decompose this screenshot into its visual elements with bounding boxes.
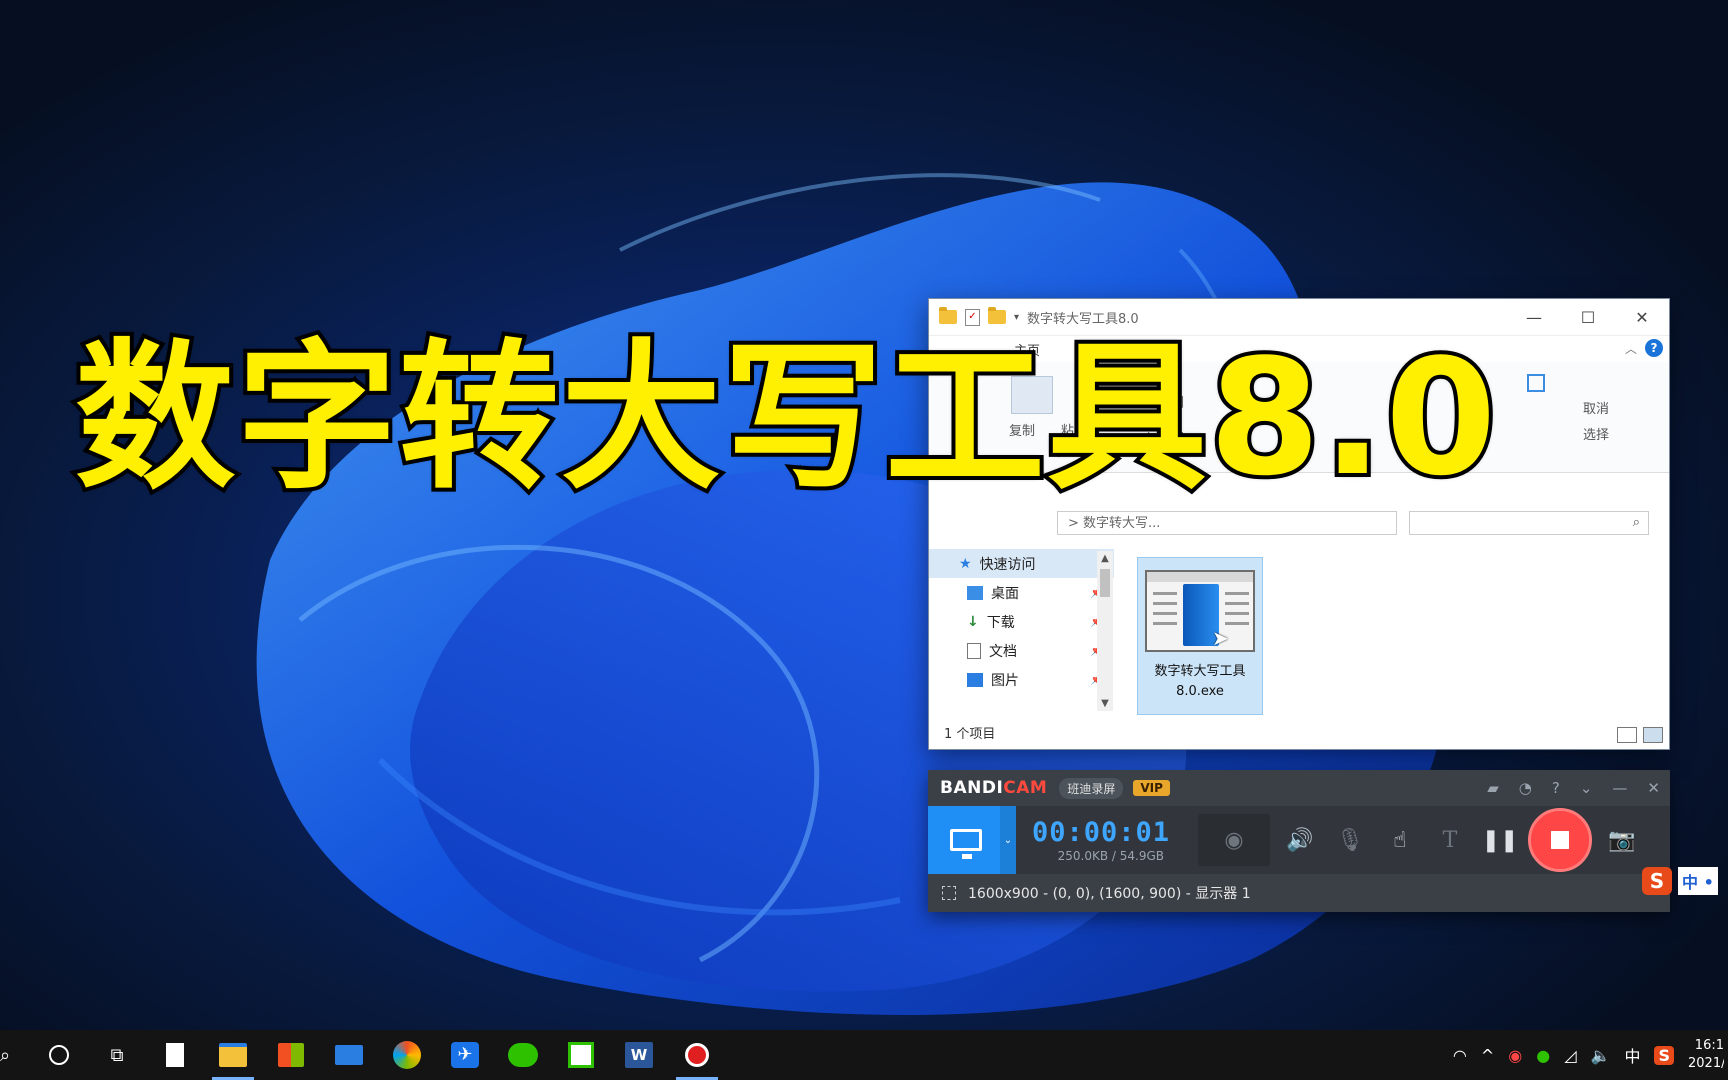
monitor-icon — [950, 829, 982, 859]
stop-icon — [1551, 831, 1569, 849]
navigation-pane: ★ 快速访问 桌面 📌 ↓ 下载 📌 文档 📌 图片 📌 — [929, 549, 1114, 714]
video-overlay-title: 数字转大写工具8.0 — [71, 320, 1500, 515]
speaker-icon[interactable]: 🔊 — [1280, 820, 1320, 860]
nav-item-downloads[interactable]: ↓ 下载 📌 — [929, 607, 1114, 636]
webcam-button[interactable]: ◉ — [1198, 814, 1270, 866]
nav-item-quick-access[interactable]: ★ 快速访问 — [929, 549, 1114, 578]
ime-mode: 中 • — [1678, 867, 1718, 895]
nav-label: 图片 — [991, 672, 1019, 689]
bandicam-tray-icon[interactable]: ◉ — [1508, 1046, 1522, 1065]
bandicam-titlebar: BANDICAM 班迪录屏 VIP ▰ ◔ ? ⌄ — ✕ — [928, 770, 1670, 806]
recording-timer: 00:00:01 250.0KB / 54.9GB — [1016, 817, 1186, 863]
close-icon[interactable]: ✕ — [1647, 779, 1660, 797]
webcam-icon: ◉ — [1224, 827, 1244, 853]
sogou-logo-icon: S — [1642, 867, 1672, 895]
file-name-line1: 数字转大写工具 — [1154, 664, 1246, 679]
cortana-icon[interactable] — [30, 1030, 88, 1080]
region-info: 1600x900 - (0, 0), (1600, 900) - 显示器 1 — [928, 874, 1670, 912]
star-icon: ★ — [959, 555, 972, 572]
show-hidden-icons-icon[interactable]: ^ — [1481, 1046, 1494, 1065]
file-name-line2: 8.0.exe — [1176, 684, 1224, 699]
clock-icon[interactable]: ◔ — [1519, 779, 1532, 797]
scroll-thumb[interactable] — [1100, 569, 1110, 597]
taskbar: ⌕ ⧉ ✈ W ◠ ^ ◉ ● ◿ 🔈 中 S 16:1 2021 — [0, 1030, 1728, 1080]
task-view-icon[interactable]: ⧉ — [88, 1030, 146, 1080]
network-icon[interactable]: ◿ — [1564, 1046, 1576, 1065]
system-tray: ◠ ^ ◉ ● ◿ 🔈 中 S 16:1 2021/1 — [1453, 1037, 1728, 1073]
minimize-icon[interactable]: — — [1612, 779, 1627, 797]
nav-label: 下载 — [986, 614, 1015, 631]
system-clock[interactable]: 16:1 2021/1 — [1688, 1037, 1724, 1073]
bandicam-tools: ▰ ◔ ? ⌄ — ✕ — [1487, 770, 1660, 806]
bandicam-subtitle: 班迪录屏 — [1059, 777, 1124, 799]
elapsed-time: 00:00:01 — [1031, 817, 1171, 848]
wechat-tray-icon[interactable]: ● — [1536, 1046, 1550, 1065]
file-item-exe[interactable]: 数字转大写工具 8.0.exe ➤ — [1137, 557, 1263, 715]
view-switcher — [1617, 727, 1663, 743]
exe-file-icon — [1145, 570, 1255, 652]
wifi-icon[interactable]: ◠ — [1453, 1046, 1467, 1065]
nav-item-desktop[interactable]: 桌面 📌 — [929, 578, 1114, 607]
folder-icon[interactable]: ▰ — [1487, 779, 1499, 797]
nav-item-documents[interactable]: 文档 📌 — [929, 636, 1114, 665]
status-bar: 1 个项目 — [929, 721, 1669, 749]
volume-icon[interactable]: 🔈 — [1591, 1046, 1611, 1065]
feishu-icon[interactable]: ✈ — [436, 1030, 494, 1080]
notepad-icon[interactable] — [146, 1030, 204, 1080]
pause-icon[interactable]: ❚❚ — [1480, 820, 1520, 860]
ime-indicator[interactable]: S 中 • — [1642, 867, 1718, 895]
clock-time: 16:1 — [1694, 1038, 1724, 1053]
desktop-icon — [967, 585, 983, 600]
download-icon: ↓ — [967, 613, 979, 630]
nav-label: 快速访问 — [979, 556, 1036, 573]
file-size: 250.0KB / 54.9GB — [1057, 849, 1164, 863]
picture-icon — [967, 672, 983, 687]
mail-icon[interactable] — [320, 1030, 378, 1080]
clock-date: 2021/1 — [1688, 1056, 1724, 1071]
word-icon[interactable]: W — [610, 1030, 668, 1080]
photos-icon[interactable] — [378, 1030, 436, 1080]
bandicam-icon[interactable] — [668, 1030, 726, 1080]
stop-record-button[interactable] — [1528, 808, 1592, 872]
paint-icon[interactable] — [552, 1030, 610, 1080]
scroll-down-icon[interactable]: ▼ — [1097, 698, 1113, 709]
wechat-icon[interactable] — [494, 1030, 552, 1080]
bandicam-logo: BANDICAM — [940, 778, 1047, 798]
sogou-tray-icon[interactable]: S — [1654, 1045, 1674, 1065]
item-count: 1 个项目 — [944, 727, 996, 742]
scroll-up-icon[interactable]: ▲ — [1097, 553, 1113, 564]
nav-label: 文档 — [989, 643, 1017, 660]
file-name: 数字转大写工具 8.0.exe — [1138, 662, 1262, 702]
text-overlay-icon[interactable]: T — [1430, 820, 1470, 860]
mouse-click-icon[interactable]: ☝ — [1380, 820, 1420, 860]
store-icon[interactable] — [262, 1030, 320, 1080]
microphone-icon[interactable]: 🎙 — [1330, 820, 1370, 860]
mouse-cursor-icon: ➤ — [1212, 626, 1229, 650]
logo-part-b: CAM — [1003, 778, 1048, 798]
vip-badge[interactable]: VIP — [1133, 780, 1170, 796]
logo-part-a: BANDI — [940, 778, 1004, 798]
bandicam-controls: ⌄ 00:00:01 250.0KB / 54.9GB ◉ 🔊 🎙 ☝ T ❚❚… — [928, 806, 1670, 874]
chevron-down-icon[interactable]: ⌄ — [1580, 779, 1593, 797]
large-icons-view-icon[interactable] — [1643, 727, 1663, 743]
nav-label: 桌面 — [991, 585, 1019, 602]
mode-dropdown-icon[interactable]: ⌄ — [1000, 806, 1016, 874]
input-language[interactable]: 中 — [1624, 1043, 1640, 1067]
document-icon — [967, 642, 981, 659]
region-text: 1600x900 - (0, 0), (1600, 900) - 显示器 1 — [968, 886, 1251, 902]
screenshot-camera-icon[interactable]: 📷 — [1602, 820, 1642, 860]
file-explorer-icon[interactable] — [204, 1030, 262, 1080]
help-icon[interactable]: ? — [1552, 779, 1560, 797]
nav-scrollbar[interactable]: ▲ ▼ — [1097, 551, 1113, 711]
screen-mode-button[interactable]: ⌄ — [928, 806, 1016, 874]
nav-item-pictures[interactable]: 图片 📌 — [929, 665, 1114, 694]
region-select-icon[interactable] — [942, 886, 956, 900]
bandicam-window: BANDICAM 班迪录屏 VIP ▰ ◔ ? ⌄ — ✕ ⌄ 00:00:01… — [928, 770, 1670, 912]
details-view-icon[interactable] — [1617, 727, 1637, 743]
search-icon[interactable]: ⌕ — [0, 1030, 30, 1080]
